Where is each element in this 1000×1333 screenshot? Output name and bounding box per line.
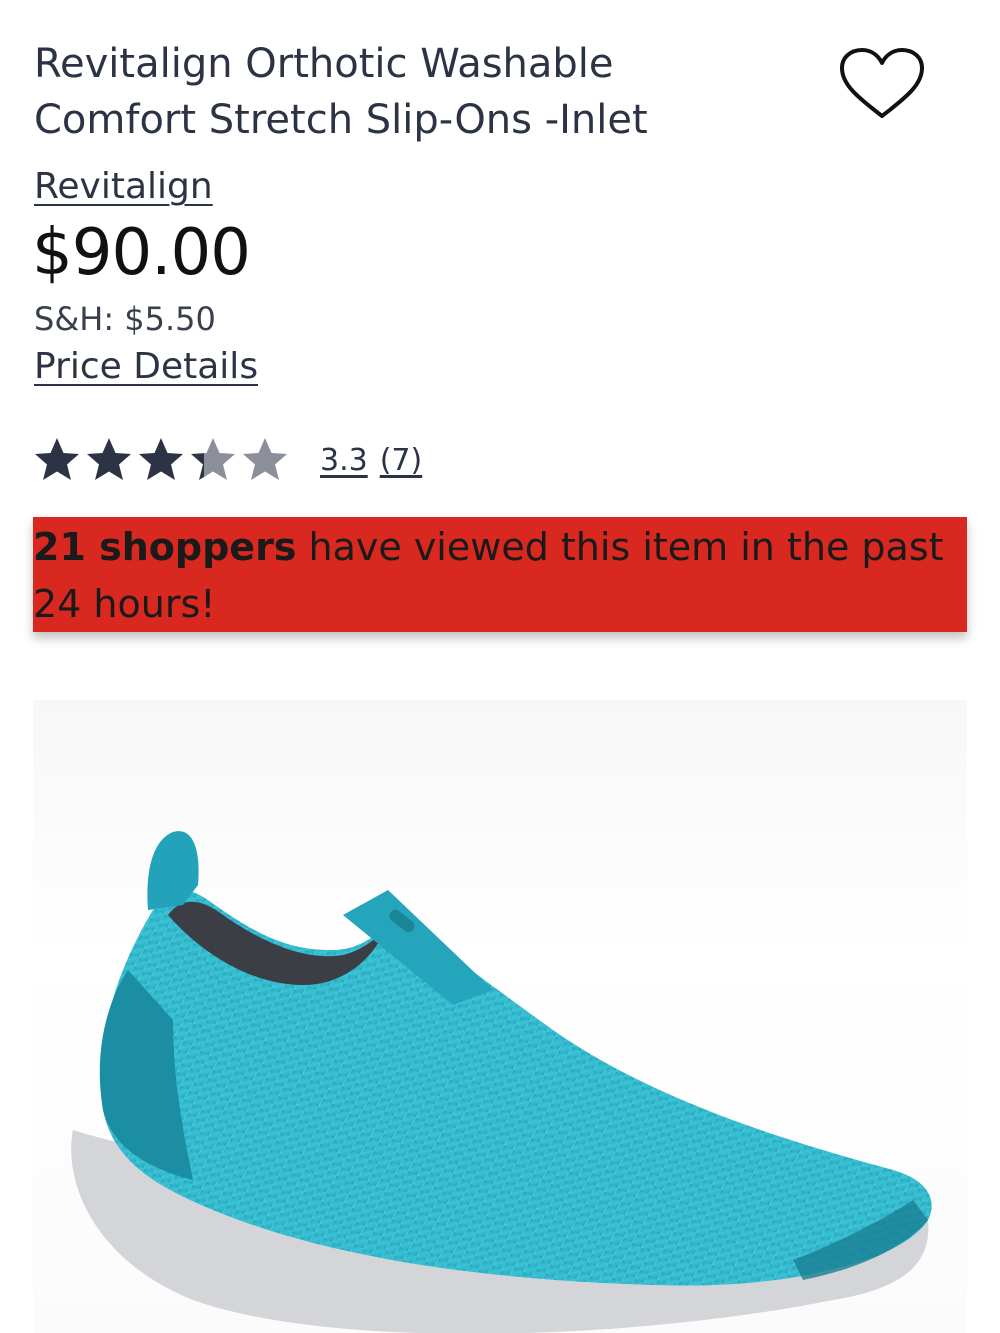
- shoppers-viewed-banner: 21 shoppers have viewed this item in the…: [33, 517, 967, 632]
- star-icon: [35, 438, 79, 480]
- product-image[interactable]: [33, 700, 967, 1333]
- product-title-line-2: Comfort Stretch Slip-Ons -Inlet: [34, 97, 648, 143]
- rating-value[interactable]: 3.3: [320, 443, 368, 478]
- star-icon: [243, 438, 287, 480]
- shoe-product-image: [71, 831, 932, 1333]
- star-icon: [139, 438, 183, 480]
- price-details-link[interactable]: Price Details: [34, 346, 258, 387]
- review-count[interactable]: (7): [380, 443, 423, 478]
- heart-icon: [840, 48, 924, 118]
- price: $90.00: [32, 216, 251, 290]
- product-title: Revitalign Orthotic Washable Comfort Str…: [34, 36, 754, 148]
- star-icon: [191, 438, 235, 480]
- wishlist-button[interactable]: [836, 44, 928, 124]
- star-icon: [87, 438, 131, 480]
- banner-bold-text: 21 shoppers: [33, 525, 297, 569]
- shipping-cost: S&H: $5.50: [34, 300, 216, 338]
- star-rating: [32, 435, 290, 485]
- rating-summary[interactable]: 3.3 (7): [32, 430, 422, 490]
- brand-link[interactable]: Revitalign: [34, 166, 213, 207]
- product-title-line-1: Revitalign Orthotic Washable: [34, 41, 614, 87]
